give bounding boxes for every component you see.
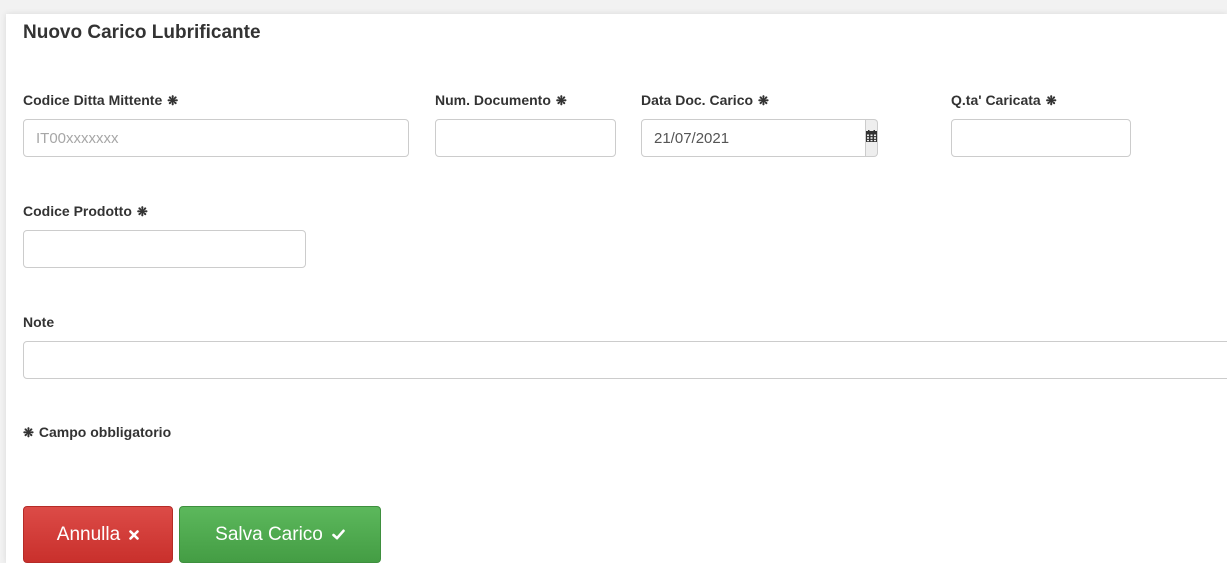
datepicker-button[interactable] [866,119,878,157]
cancel-button-label: Annulla [56,523,121,545]
num-documento-label-text: Num. Documento [435,92,551,108]
calendar-icon [866,129,877,147]
times-icon [129,529,139,540]
data-doc-input[interactable] [641,119,866,157]
num-documento-input[interactable] [435,119,616,157]
save-button-label: Salva Carico [215,523,323,545]
cancel-button[interactable]: Annulla [23,506,173,563]
codice-prodotto-input[interactable] [23,230,306,268]
required-legend-text: Campo obbligatorio [38,424,172,440]
required-asterisk-icon: ❋ [1045,93,1057,108]
save-button[interactable]: Salva Carico [179,506,381,563]
page-title: Nuovo Carico Lubrificante [23,22,261,43]
required-asterisk-icon: ❋ [23,425,34,440]
form-panel: Nuovo Carico Lubrificante Codice Ditta M… [6,14,1227,563]
codice-prodotto-label-text: Codice Prodotto [23,203,132,219]
codice-prodotto-label: Codice Prodotto ❋ [23,203,148,220]
codice-ditta-label-text: Codice Ditta Mittente [23,92,163,108]
check-icon [332,529,345,540]
required-asterisk-icon: ❋ [136,204,148,219]
required-asterisk-icon: ❋ [758,93,769,108]
codice-ditta-label: Codice Ditta Mittente ❋ [23,92,178,109]
data-doc-label: Data Doc. Carico ❋ [641,92,769,109]
qta-caricata-input[interactable] [951,119,1131,157]
num-documento-label: Num. Documento ❋ [435,92,567,109]
data-doc-label-text: Data Doc. Carico [641,92,754,108]
qta-caricata-label: Q.ta' Caricata ❋ [951,92,1057,109]
qta-caricata-label-text: Q.ta' Caricata [951,92,1041,108]
note-input[interactable] [23,341,1227,379]
codice-ditta-input[interactable] [23,119,409,157]
data-doc-group [641,119,878,157]
required-legend: ❋ Campo obbligatorio [23,424,171,441]
required-asterisk-icon: ❋ [555,93,567,108]
note-label-text: Note [23,314,55,330]
required-asterisk-icon: ❋ [167,93,179,108]
note-label: Note [23,314,54,330]
